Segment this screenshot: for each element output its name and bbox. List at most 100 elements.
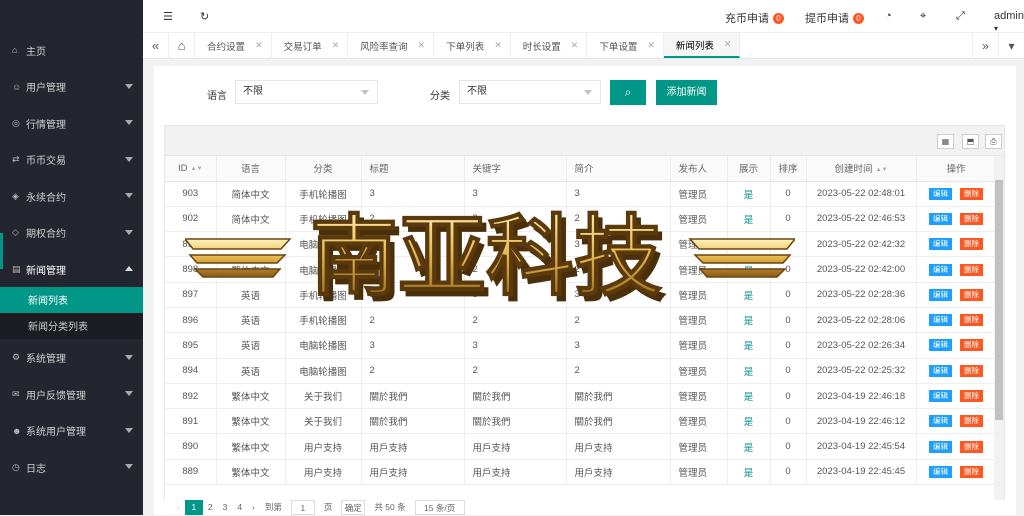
close-icon[interactable]: ✕ [647,40,655,51]
category-select[interactable]: 不限 [459,80,601,104]
table-cell: 管理员 [670,307,728,334]
refresh-icon[interactable]: ↻ [200,10,209,23]
table-cell: 0 [770,332,807,359]
tab-4[interactable]: 时长设置 ✕ [511,33,588,58]
sort-icon[interactable]: ▲▼ [191,166,203,172]
tab-6[interactable]: 新闻列表 ✕ [663,33,741,58]
page-number[interactable]: 2 [203,500,218,515]
edit-button[interactable]: 编辑 [929,339,952,352]
print-icon[interactable]: ⎙ [985,134,1002,149]
sort-icon[interactable]: ▲▼ [876,167,888,173]
scrollbar-thumb[interactable] [995,180,1003,420]
tab-menu-icon[interactable]: ▾ [998,33,1024,58]
column-header[interactable]: 创建时间 ▲▼ [806,156,917,182]
tab-5[interactable]: 下单设置 ✕ [587,33,664,58]
sidebar-item-5[interactable]: ◇ 期权合约 [0,215,143,252]
tab-3[interactable]: 下单列表 ✕ [434,33,511,58]
sidebar-item-0[interactable]: ⌂ 主页 [0,32,143,69]
table-cell: 是 [727,206,771,233]
edit-button[interactable]: 编辑 [929,288,952,301]
tab-scroll-right-icon[interactable]: » [972,33,998,58]
column-header[interactable]: ID ▲▼ [165,156,217,182]
sidebar-item-1[interactable]: ☺ 用户管理 [0,69,143,106]
column-header-label: 操作 [946,164,966,176]
delete-button[interactable]: 删除 [960,364,983,377]
per-page-select[interactable]: 15 条/页 [414,500,465,515]
user-menu[interactable]: admin ▾ [994,10,1024,34]
page-number[interactable]: 4 [232,500,247,515]
delete-button[interactable]: 删除 [960,415,983,428]
table-scrollbar[interactable] [994,156,1004,514]
edit-button[interactable]: 编辑 [929,212,952,225]
delete-button[interactable]: 删除 [960,440,983,453]
sidebar-item-2[interactable]: ◎ 行情管理 [0,105,143,142]
goto-page-input[interactable]: 1 [290,500,315,515]
delete-button[interactable]: 删除 [960,288,983,301]
delete-button[interactable]: 删除 [960,238,983,251]
actions-cell: 编辑 删除 [916,433,997,460]
edit-button[interactable]: 编辑 [929,390,952,403]
tab-label: 合约设置 [207,41,246,53]
theme-icon[interactable]: ◔ [885,10,892,22]
page-number[interactable]: 3 [218,500,233,515]
table-cell: 903 [165,181,217,207]
sidebar-item-6[interactable]: ▤ 新闻管理 [0,251,143,288]
delete-button[interactable]: 删除 [960,263,983,276]
close-icon[interactable]: ✕ [494,40,502,51]
goto-label: 到第 [264,502,282,512]
table-cell: 管理员 [670,459,728,486]
delete-button[interactable]: 删除 [960,339,983,352]
edit-button[interactable]: 编辑 [929,238,952,251]
sidebar-item-4[interactable]: ◈ 永续合约 [0,178,143,215]
edit-button[interactable]: 编辑 [929,187,952,200]
close-icon[interactable]: ✕ [255,40,263,51]
tab-scroll-left-icon[interactable]: « [143,33,169,58]
language-select[interactable]: 不限 [235,80,378,104]
sidebar-subitem-0[interactable]: 新闻列表 [0,286,143,313]
export-icon[interactable]: ⬒ [962,134,979,149]
edit-button[interactable]: 编辑 [929,440,952,453]
tab-1[interactable]: 交易订单 ✕ [272,33,349,58]
prev-page-icon[interactable]: ‹ [172,500,185,515]
sidebar-item-7[interactable]: ⚙ 系统管理 [0,340,143,377]
table-cell: 0 [770,181,807,207]
edit-button[interactable]: 编辑 [929,314,952,327]
recharge-request-link[interactable]: 充币申请 0 [725,10,784,26]
fullscreen-icon[interactable]: ⤢ [956,10,965,23]
menu-collapse-icon[interactable]: ☰ [163,10,173,23]
close-icon[interactable]: ✕ [332,40,340,51]
goto-confirm-button[interactable]: 确定 [341,500,366,515]
columns-icon[interactable]: ▦ [937,134,954,149]
tag-icon[interactable]: ⌖ [920,10,926,23]
delete-button[interactable]: 删除 [960,314,983,327]
sidebar-item-8[interactable]: ✉ 用户反馈管理 [0,376,143,413]
next-page-icon[interactable]: › [247,500,260,515]
add-news-button[interactable]: 添加新闻 [656,80,717,105]
chevron-down-icon: ▾ [994,24,999,33]
edit-button[interactable]: 编辑 [929,364,952,377]
close-icon[interactable]: ✕ [418,40,426,51]
delete-button[interactable]: 删除 [960,187,983,200]
delete-button[interactable]: 删除 [960,465,983,478]
search-button[interactable]: ⌕ [610,80,646,105]
withdraw-request-link[interactable]: 提币申请 0 [805,10,864,26]
tab-0[interactable]: 合约设置 ✕ [195,33,272,58]
close-icon[interactable]: ✕ [724,39,732,50]
page-number[interactable]: 1 [184,500,203,515]
sidebar-item-3[interactable]: ⇄ 币币交易 [0,142,143,179]
edit-button[interactable]: 编辑 [929,465,952,478]
edit-button[interactable]: 编辑 [929,415,952,428]
delete-button[interactable]: 删除 [960,212,983,225]
sidebar-subitem-1[interactable]: 新闻分类列表 [0,312,143,339]
tab-2[interactable]: 风险率查询 ✕ [348,33,435,58]
sidebar-item-10[interactable]: ◷ 日志 [0,449,143,486]
edit-button[interactable]: 编辑 [929,263,952,276]
table-cell: 0 [770,307,807,334]
table-cell: 繁体中文 [216,433,286,460]
sidebar-item-9[interactable]: ☻ 系统用户管理 [0,413,143,450]
column-header-label: 简介 [574,164,594,176]
home-tab-icon[interactable]: ⌂ [169,33,195,58]
news-table-container: ▦ ⬒ ⎙ ID ▲▼ 语言 分类 标题 关键字 简介 发布人 展示 排序 创建时间 ▲▼ 操作 903… [164,125,1005,515]
delete-button[interactable]: 删除 [960,390,983,403]
close-icon[interactable]: ✕ [571,40,579,51]
